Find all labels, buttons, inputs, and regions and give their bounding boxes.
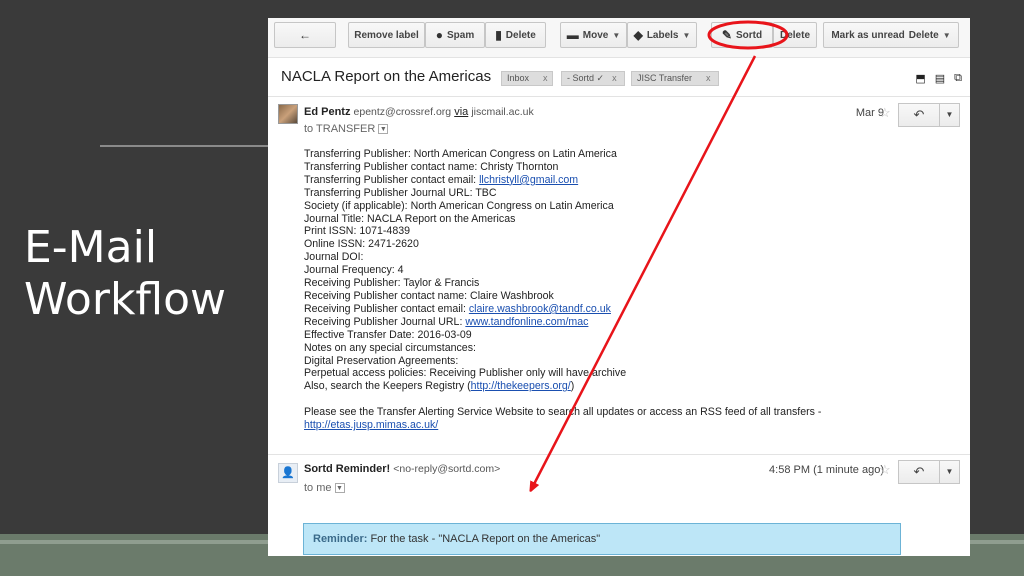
remove-label-button[interactable]: Remove label [348,22,425,48]
avatar [278,104,298,124]
labels-button[interactable]: ◆ Labels ▼ [627,22,697,48]
back-button[interactable]: ← [274,22,336,48]
slide-title-line1: E-Mail [24,222,158,273]
email-toolbar: ← Remove label ● Spam ▮ Delete ▬ Move ▼ … [268,18,970,58]
reply-button-group: ↶ ▼ [898,460,960,484]
trash-icon: ▮ [495,28,502,42]
reply-button-group: ↶ ▼ [898,103,960,127]
more-actions-button[interactable]: ▼ [940,103,960,127]
more-actions-button[interactable]: ▼ [940,460,960,484]
reply-button[interactable]: ↶ [898,103,940,127]
header-actions: ⬒ ▤ ⧉ [915,72,962,85]
sender-email: epentz@crossref.org [353,106,452,118]
mark-unread-delete-button[interactable]: Mark as unread Delete ▼ [823,22,959,48]
chevron-down-icon: ▼ [612,30,621,40]
star-icon[interactable]: ☆ [879,462,891,478]
label-tag-inbox[interactable]: Inbox x [501,71,553,86]
email-message-1: Ed Pentz epentz@crossref.org via jiscmai… [268,98,970,453]
pin-icon: ✎ [721,28,732,42]
remove-label-icon[interactable]: x [612,73,617,83]
label-tag-sortd[interactable]: - Sortd ✓ x [561,71,625,86]
move-button[interactable]: ▬ Move ▼ [560,22,627,48]
new-window-icon[interactable]: ⧉ [954,72,962,85]
remove-label-icon[interactable]: x [543,73,548,83]
slide-title-line2: Workflow [24,274,227,325]
show-details-icon[interactable]: ▼ [378,124,389,135]
slide-divider-line [100,145,270,147]
via-domain: jiscmail.ac.uk [471,106,534,118]
recipient-line: to TRANSFER ▼ [304,123,389,135]
message-body: Transferring Publisher: North American C… [304,148,822,432]
recipient-line: to me ▼ [304,482,345,494]
sender-line: Ed Pentz epentz@crossref.org via jiscmai… [304,106,534,118]
gmail-screenshot: ← Remove label ● Spam ▮ Delete ▬ Move ▼ … [268,18,970,556]
folder-icon: ▬ [566,28,579,42]
email-link[interactable]: llchristyll@gmail.com [479,174,578,186]
chevron-down-icon: ▼ [682,30,691,40]
sender-line: Sortd Reminder! <no-reply@sortd.com> [304,463,500,475]
show-details-icon[interactable]: ▼ [334,483,345,494]
sender-name: Ed Pentz [304,106,351,118]
email-message-2: 👤 Sortd Reminder! <no-reply@sortd.com> t… [268,454,970,556]
delete-button-2[interactable]: Delete [773,22,817,48]
print-icon[interactable]: ▤ [935,72,945,85]
remove-label-icon[interactable]: x [706,73,711,83]
url-link[interactable]: www.tandfonline.com/mac [465,316,588,328]
via-link[interactable]: via [454,106,468,118]
delete-button[interactable]: ▮ Delete [485,22,546,48]
reminder-label: Reminder: [313,533,368,545]
reminder-banner: Reminder: For the task - "NACLA Report o… [303,523,901,555]
sender-email: <no-reply@sortd.com> [393,463,501,475]
reply-button[interactable]: ↶ [898,460,940,484]
url-link[interactable]: http://etas.jusp.mimas.ac.uk/ [304,419,438,431]
star-icon[interactable]: ☆ [879,105,891,121]
avatar: 👤 [278,463,298,483]
sortd-button[interactable]: ✎ Sortd [711,22,773,48]
email-subject: NACLA Report on the Americas [281,68,492,85]
label-tag-icon: ◆ [633,28,643,42]
reminder-text: For the task - "NACLA Report on the Amer… [367,533,601,545]
email-link[interactable]: claire.washbrook@tandf.co.uk [469,303,611,315]
subject-row: NACLA Report on the Americas Inbox x - So… [268,59,970,97]
slide-title: E-Mail Workflow [24,222,226,326]
back-arrow-icon: ← [299,28,311,42]
sender-name: Sortd Reminder! [304,463,391,475]
label-tag-jisc-transfer[interactable]: JISC Transfer x [631,71,719,86]
chevron-down-icon: ▼ [942,30,951,40]
spam-button[interactable]: ● Spam [425,22,485,48]
expand-all-icon[interactable]: ⬒ [915,72,925,85]
url-link[interactable]: http://thekeepers.org/ [471,380,571,392]
message-date: 4:58 PM (1 minute ago) [769,464,884,476]
spam-icon: ● [435,28,443,42]
